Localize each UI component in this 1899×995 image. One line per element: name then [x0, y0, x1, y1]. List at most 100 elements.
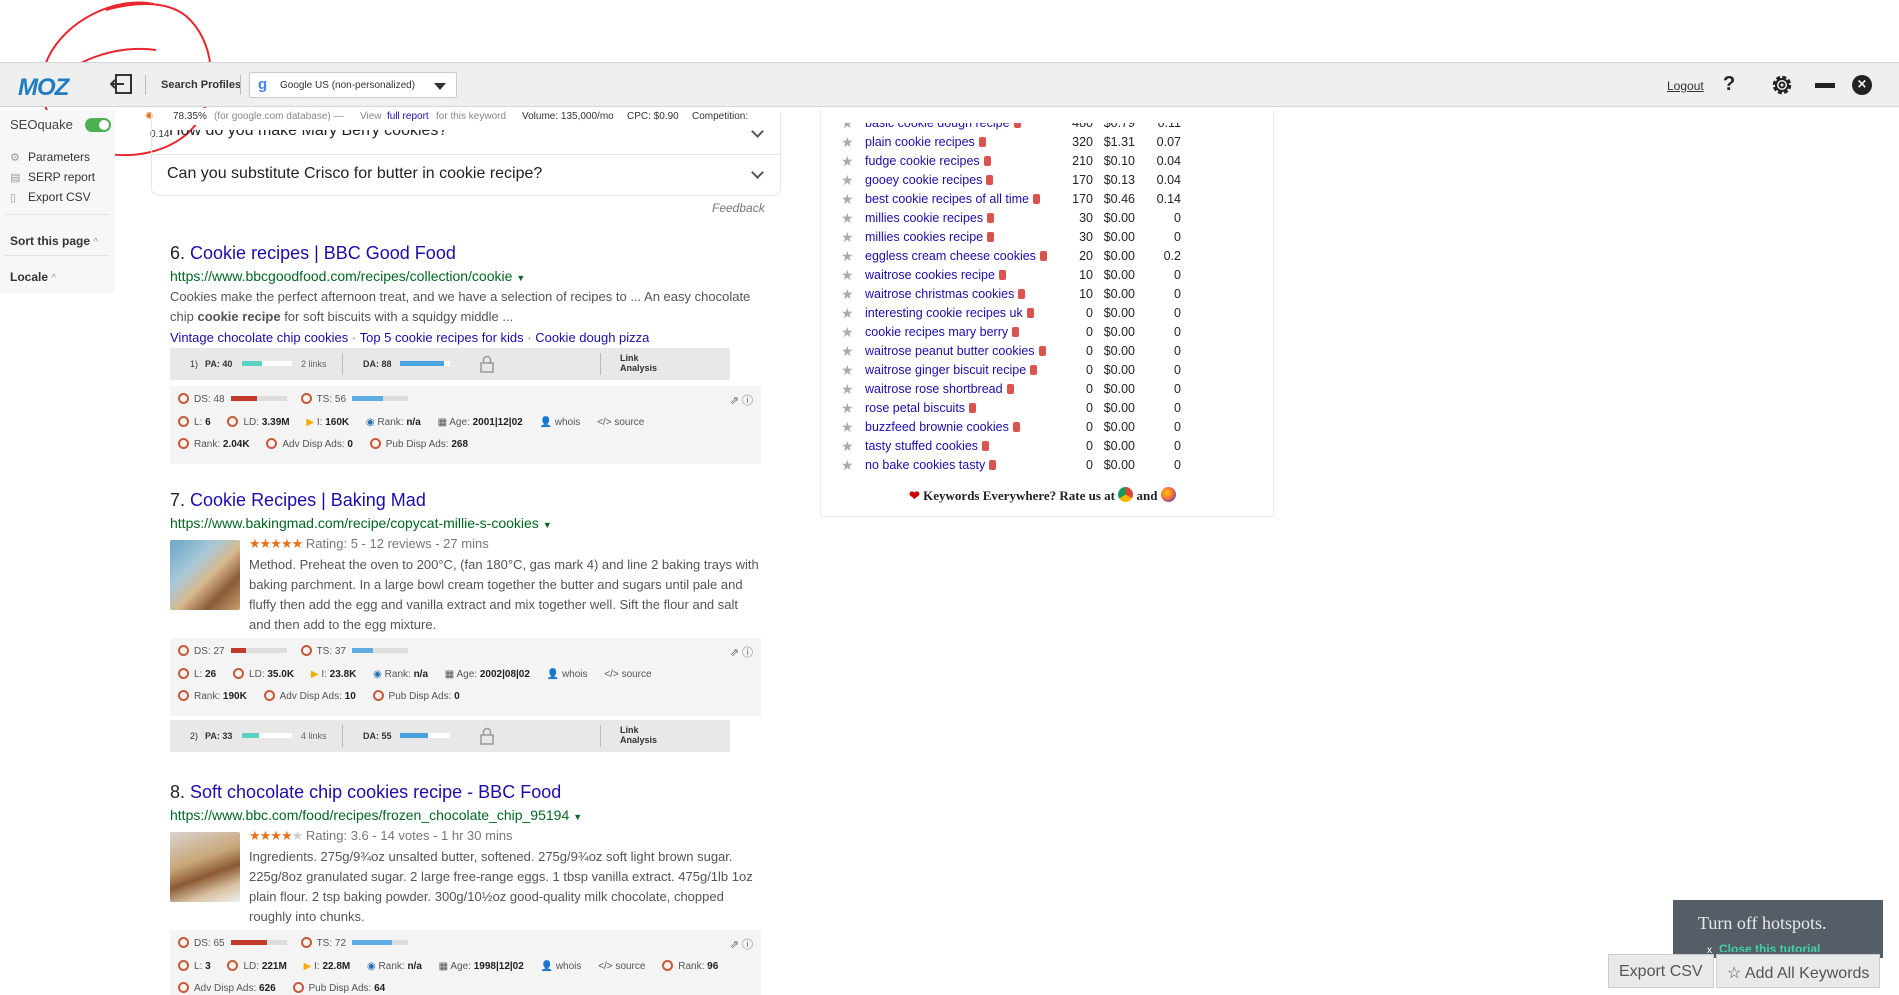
caret-down-icon[interactable]: ▼ [516, 273, 525, 283]
external-link-icon[interactable]: ⇗ [730, 939, 739, 951]
result-thumbnail[interactable] [170, 540, 240, 610]
links-count[interactable]: 4 links [301, 731, 327, 741]
add-all-keywords-button[interactable]: ☆ Add All Keywords [1716, 954, 1881, 988]
caret-down-icon[interactable]: ▼ [543, 520, 552, 530]
rank-value[interactable]: n/a [414, 669, 428, 680]
export-csv-button[interactable]: Export CSV [1608, 954, 1714, 988]
adv-ads-value[interactable]: 0 [347, 439, 353, 450]
pub-ads-value[interactable]: 268 [451, 439, 468, 450]
gear-icon[interactable] [1769, 72, 1795, 98]
rank-value[interactable]: 96 [707, 961, 718, 972]
sitelink[interactable]: Top 5 cookie recipes for kids [360, 330, 524, 345]
result-title[interactable]: 6. Cookie recipes | BBC Good Food [170, 243, 456, 264]
whois-link[interactable]: whois [556, 961, 582, 972]
keyword-link[interactable]: waitrose peanut butter cookies [865, 344, 1046, 358]
star-icon[interactable]: ★ [841, 381, 854, 398]
help-icon[interactable]: ? [1723, 73, 1735, 96]
pub-ads-value[interactable]: 64 [374, 983, 385, 994]
info-icon[interactable]: ⓘ [742, 647, 753, 659]
source-link[interactable]: source [615, 961, 645, 972]
rank-value[interactable]: n/a [407, 961, 421, 972]
star-icon[interactable]: ★ [841, 324, 854, 341]
logout-link[interactable]: Logout [1667, 79, 1704, 93]
star-icon[interactable]: ★ [841, 305, 854, 322]
star-icon[interactable]: ★ [841, 134, 854, 151]
rank-value[interactable]: n/a [406, 417, 420, 428]
sort-page-toggle[interactable]: Sort this page ^ [10, 234, 98, 248]
ld-value[interactable]: 3.39M [262, 417, 290, 428]
keyword-link[interactable]: interesting cookie recipes uk [865, 306, 1034, 320]
external-link-icon[interactable]: ⇗ [730, 395, 739, 407]
keyword-link[interactable]: basic cookie dough recipe [865, 123, 1021, 130]
source-link[interactable]: source [614, 417, 644, 428]
star-icon[interactable]: ★ [841, 286, 854, 303]
caret-down-icon[interactable]: ▼ [573, 812, 582, 822]
source-link[interactable]: source [622, 669, 652, 680]
rank-value[interactable]: 2.04K [223, 439, 250, 450]
whois-link[interactable]: whois [562, 669, 588, 680]
star-icon[interactable]: ★ [841, 210, 854, 227]
star-icon[interactable]: ★ [841, 153, 854, 170]
star-icon[interactable]: ★ [841, 123, 854, 132]
moz-logo[interactable]: MOZ [18, 74, 69, 102]
rank-value[interactable]: 190K [223, 691, 247, 702]
keyword-link[interactable]: waitrose rose shortbread [865, 382, 1014, 396]
result-title[interactable]: 8. Soft chocolate chip cookies recipe - … [170, 782, 561, 803]
whois-link[interactable]: whois [555, 417, 581, 428]
i-value[interactable]: 160K [325, 417, 349, 428]
paa-question[interactable]: How do you make Mary Berry cookies? [169, 130, 447, 140]
keyword-link[interactable]: rose petal biscuits [865, 401, 977, 415]
chevron-down-icon[interactable] [751, 166, 764, 179]
info-icon[interactable]: ⓘ [742, 939, 753, 951]
paa-question[interactable]: Can you substitute Crisco for butter in … [167, 165, 542, 183]
result-url[interactable]: https://www.bakingmad.com/recipe/copycat… [170, 515, 552, 531]
minimize-icon[interactable] [1815, 83, 1835, 88]
result-title[interactable]: 7. Cookie Recipes | Baking Mad [170, 490, 426, 511]
age-value[interactable]: 1998|12|02 [474, 961, 524, 972]
external-link-icon[interactable]: ⇗ [730, 647, 739, 659]
star-icon[interactable]: ★ [841, 229, 854, 246]
star-icon[interactable]: ★ [841, 457, 854, 474]
parameters-link[interactable]: ⚙ Parameters [10, 150, 90, 164]
sitelink[interactable]: Vintage chocolate chip cookies [170, 330, 348, 345]
adv-ads-value[interactable]: 10 [345, 691, 356, 702]
search-engine-select[interactable]: g Google US (non-personalized) [249, 72, 457, 98]
chevron-down-icon[interactable] [751, 125, 764, 138]
firefox-icon[interactable] [1160, 487, 1176, 502]
chrome-icon[interactable] [1118, 487, 1134, 502]
keyword-link[interactable]: no bake cookies tasty [865, 458, 997, 472]
exit-icon[interactable] [110, 73, 134, 95]
l-value[interactable]: 6 [205, 417, 211, 428]
keyword-link[interactable]: cookie recipes mary berry [865, 325, 1020, 339]
keyword-link[interactable]: best cookie recipes of all time [865, 192, 1040, 206]
star-icon[interactable]: ★ [841, 191, 854, 208]
result-url[interactable]: https://www.bbc.com/food/recipes/frozen_… [170, 807, 582, 823]
keyword-link[interactable]: waitrose ginger biscuit recipe [865, 363, 1038, 377]
keyword-link[interactable]: millies cookies recipe [865, 230, 995, 244]
search-profiles-link[interactable]: Search Profiles [161, 79, 241, 91]
link-analysis-link[interactable]: Link Analysis [620, 725, 665, 745]
keyword-link[interactable]: eggless cream cheese cookies [865, 249, 1047, 263]
star-icon[interactable]: ★ [841, 438, 854, 455]
keyword-link[interactable]: waitrose christmas cookies [865, 287, 1026, 301]
export-csv-link[interactable]: ▯ Export CSV [10, 190, 91, 204]
ld-value[interactable]: 35.0K [267, 669, 294, 680]
sitelink[interactable]: Cookie dough pizza [535, 330, 649, 345]
result-url[interactable]: https://www.bbcgoodfood.com/recipes/coll… [170, 268, 525, 284]
age-value[interactable]: 2001|12|02 [473, 417, 523, 428]
ld-value[interactable]: 221M [262, 961, 287, 972]
i-value[interactable]: 23.8K [330, 669, 357, 680]
keyword-link[interactable]: tasty stuffed cookies [865, 439, 990, 453]
close-icon[interactable]: × [1852, 75, 1872, 95]
star-icon[interactable]: ★ [841, 172, 854, 189]
star-icon[interactable]: ★ [841, 343, 854, 360]
star-icon[interactable]: ★ [841, 419, 854, 436]
locale-toggle[interactable]: Locale ^ [10, 270, 56, 284]
l-value[interactable]: 3 [205, 961, 211, 972]
keyword-link[interactable]: waitrose cookies recipe [865, 268, 1006, 282]
i-value[interactable]: 22.8M [322, 961, 350, 972]
pub-ads-value[interactable]: 0 [454, 691, 460, 702]
result-thumbnail[interactable] [170, 832, 240, 902]
keyword-link[interactable]: millies cookie recipes [865, 211, 995, 225]
keyword-link[interactable]: plain cookie recipes [865, 135, 986, 149]
